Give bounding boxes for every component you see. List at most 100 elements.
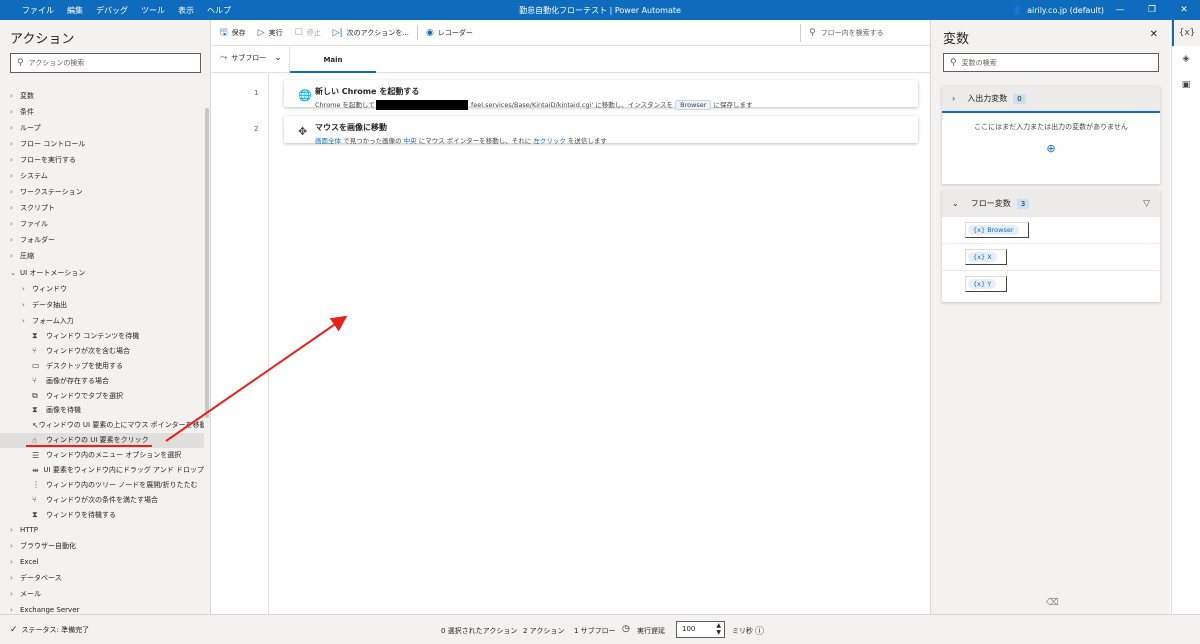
images-icon[interactable]: ▣ [1172,72,1200,98]
menu-debug[interactable]: デバッグ [96,5,128,16]
action-label: ウィンドウ内のメニュー オプションを選択 [46,451,182,460]
action-item[interactable]: ☰ ウィンドウ内のメニュー オプションを選択 [0,448,204,463]
chevron-right-icon: › [10,108,13,117]
chevron-right-icon: › [952,94,956,103]
subflow-dropdown[interactable]: ⤳ サブフロー ⌄ [220,53,282,63]
action-group[interactable]: › ウィンドウ [0,281,204,297]
action-group[interactable]: › 圧縮 [0,248,204,264]
add-icon[interactable]: ⊕ [942,142,1160,155]
action-step-launch-chrome[interactable]: 🌐 新しい Chrome を起動する Chrome を起動して .feel.ser… [284,80,918,110]
chevron-right-icon: › [10,574,13,583]
action-group[interactable]: › スクリプト [0,200,204,216]
action-group[interactable]: › データ抽出 [0,297,204,313]
action-label: ブラウザー自動化 [20,542,76,551]
actions-scrollbar[interactable] [205,108,209,418]
action-label: データベース [20,574,62,583]
search-icon: ⚲ [809,28,816,38]
menu-view[interactable]: 表示 [178,5,194,16]
clock-icon: ◷ [622,624,630,634]
menu-tools[interactable]: ツール [141,5,165,16]
actions-count: 2 アクション [523,627,565,635]
action-item[interactable]: ⧗ ウィンドウ コンテンツを待機 [0,329,204,344]
menu-edit[interactable]: 編集 [67,5,83,16]
action-label: ウィンドウが次を含む場合 [46,346,130,355]
action-item[interactable]: ⑂ 画像が存在する場合 [0,373,204,388]
step-desc-text: に保存します [711,101,753,109]
stepper-arrows-icon[interactable]: ▲ ▼ [716,622,721,636]
action-group[interactable]: › 条件 [0,104,204,120]
action-group[interactable]: › フォルダー [0,232,204,248]
action-group[interactable]: › フロー コントロール [0,136,204,152]
tab-main[interactable]: Main [290,47,376,73]
stop-button[interactable]: ☐ 停止 [295,28,321,38]
action-label: ウィンドウ内のツリー ノードを展開/折りたたむ [46,480,198,489]
action-group[interactable]: › データベース [0,570,204,586]
variable-row[interactable]: {x} Y [942,271,1160,298]
action-group[interactable]: › ループ [0,120,204,136]
variable-pill: {x} Y [965,276,1007,292]
action-item[interactable]: ⧗ ウィンドウを待機する [0,507,204,522]
variables-icon[interactable]: {x} [1172,20,1200,46]
action-label: 条件 [20,108,34,117]
minimize-icon[interactable]: — [1104,0,1136,20]
tab-icon: ⧉ [32,390,38,400]
right-side-rail: {x} ◈ ▣ [1171,20,1200,614]
run-delay-stepper[interactable]: 100 ▲ ▼ [676,621,725,638]
actions-panel-title: アクション [10,32,75,47]
recorder-button[interactable]: ◉ レコーダー [426,28,473,38]
action-label: ウィンドウの UI 要素をクリック [46,436,149,445]
hourglass-icon: ⧗ [32,405,38,415]
chevron-right-icon: › [22,284,25,293]
globe-icon: 🌐 [298,89,312,102]
action-group[interactable]: › Excel [0,554,204,570]
action-group[interactable]: › ファイル [0,216,204,232]
hourglass-icon: ⧗ [32,331,38,340]
save-button[interactable]: 🖫 保存 [220,25,246,41]
maximize-icon[interactable]: ❐ [1136,0,1168,20]
action-group[interactable]: › 変数 [0,88,204,104]
action-item[interactable]: ⑂ ウィンドウが次を含む場合 [0,343,204,358]
action-group[interactable]: › フローを実行する [0,152,204,168]
action-item[interactable]: ⋮ ウィンドウ内のツリー ノードを展開/折りたたむ [0,477,204,492]
action-item[interactable]: ⧉ ウィンドウでタブを選択 [0,388,204,403]
crosshair-icon: ✥ [298,125,308,138]
info-icon[interactable]: ⓘ [755,624,764,637]
variable-row[interactable]: {x} X [942,244,1160,271]
flow-variables-header[interactable]: ⌄ フロー変数 3 ▽ [942,190,1160,217]
action-step-move-mouse-to-image[interactable]: ✥ マウスを画像に移動 画面全体 で見つかった画像の 中央 にマウス ポインター… [284,116,918,145]
action-label: ウィンドウ コンテンツを待機 [46,332,140,340]
filter-icon[interactable]: ▽ [1143,199,1150,209]
action-group[interactable]: › システム [0,168,204,184]
action-item[interactable]: ⇹ UI 要素をウィンドウ内にドラッグ アンド ドロップ [0,463,204,478]
action-group[interactable]: › ワークステーション [0,184,204,200]
menu-file[interactable]: ファイル [22,5,54,16]
action-group[interactable]: ⌄ UI オートメーション [0,265,204,281]
action-item[interactable]: ▭ デスクトップを使用する [0,358,204,373]
action-group[interactable]: › フォーム入力 [0,313,204,329]
run-button[interactable]: ▷ 実行 [258,28,283,38]
close-icon[interactable]: ✕ [1150,29,1158,40]
actions-search-input[interactable]: ⚲ アクションの検索 [10,53,201,73]
action-item[interactable]: ⑂ ウィンドウが次の条件を満たす場合 [0,492,204,507]
ui-elements-icon[interactable]: ◈ [1172,46,1200,72]
variables-search-input[interactable]: ⚲ 変数の検索 [943,53,1159,72]
action-group[interactable]: › HTTP [0,522,204,538]
menu-help[interactable]: ヘルプ [207,5,231,16]
io-variables-header[interactable]: › 入出力変数 0 [942,86,1160,113]
action-item[interactable]: ↖ ウィンドウの UI 要素の上にマウス ポインターを移動... [0,418,204,433]
action-label: ファイル [20,220,48,229]
action-group[interactable]: › ブラウザー自動化 [0,538,204,554]
account-button[interactable]: 👤 airily.co.jp (default) [1012,0,1104,20]
subflows-count: 1 サブフロー [574,627,616,635]
run-label: 実行 [268,28,283,37]
action-label: デスクトップを使用する [46,361,123,370]
action-item[interactable]: ☝ ウィンドウの UI 要素をクリック [0,432,204,448]
close-icon[interactable]: ✕ [1168,0,1200,20]
action-group[interactable]: › メール [0,586,204,602]
action-item[interactable]: ⧗ 画像を待機 [0,403,204,418]
eraser-icon[interactable]: ⌫ [1046,598,1059,608]
run-next-action-button[interactable]: ▷| 次のアクションを... [333,28,409,38]
search-icon: ⚲ [950,57,957,68]
variable-row[interactable]: {x} Browser [942,217,1160,244]
flow-search-input[interactable]: ⚲ フロー内を検索する [800,24,920,42]
